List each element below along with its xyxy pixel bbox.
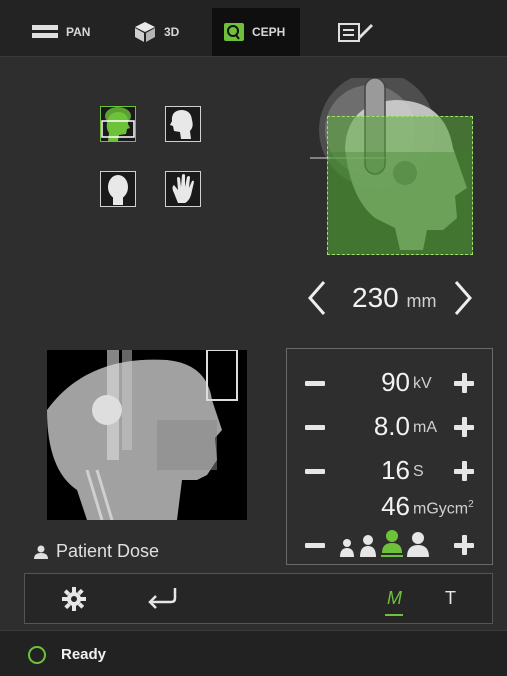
collimation-dark-box	[330, 152, 470, 252]
gear-icon[interactable]	[62, 587, 86, 611]
kv-row: 90 kV	[287, 367, 492, 399]
return-icon[interactable]	[145, 586, 179, 610]
patient-child-small-icon[interactable]	[339, 535, 355, 557]
ma-minus-button[interactable]	[305, 425, 325, 430]
tab-ceph[interactable]: CEPH	[212, 8, 300, 56]
dose-row: 46 mGycm2	[287, 491, 492, 523]
bottom-toolbar: M T	[24, 573, 493, 624]
status-bar: Ready	[0, 630, 507, 676]
distance-unit: mm	[406, 291, 437, 311]
ceph-preview	[305, 72, 475, 258]
ma-value: 8.0	[373, 411, 410, 441]
ceph-head-icon	[224, 23, 244, 41]
tab-3d-label: 3D	[164, 25, 180, 39]
distance-next-button[interactable]	[452, 280, 474, 321]
dose-unit: mGycm2	[413, 499, 474, 518]
tab-3d[interactable]: 3D	[128, 8, 204, 56]
xray-preview-image	[47, 350, 247, 520]
time-plus-button[interactable]	[454, 461, 474, 481]
lateral-left-mode-icon[interactable]	[165, 106, 201, 142]
mode-tab-bar: PAN 3D CEPH	[0, 0, 507, 57]
lateral-right-mode-icon[interactable]	[100, 106, 136, 142]
kv-unit: kV	[413, 375, 432, 392]
manual-mode-underline	[385, 614, 403, 616]
kv-plus-button[interactable]	[454, 373, 474, 393]
exposure-parameters-panel: 90 kV 8.0 mA 16 S 46 mGycm2	[286, 348, 493, 565]
patient-child-icon[interactable]	[359, 533, 377, 557]
tab-pan-label: PAN	[66, 25, 91, 39]
patient-dose-label-row: Patient Dose	[34, 541, 159, 562]
status-indicator-icon	[28, 646, 46, 664]
manual-mode-button[interactable]: M	[385, 588, 403, 616]
patient-adult-selected-icon[interactable]	[381, 529, 403, 557]
dose-value: 46	[381, 491, 410, 521]
cube-icon	[135, 22, 155, 42]
tab-report[interactable]	[334, 8, 384, 56]
hand-carpus-mode-icon[interactable]	[165, 171, 201, 207]
patient-size-icons	[339, 529, 429, 557]
patient-large-adult-icon[interactable]	[407, 531, 429, 557]
pan-bars-icon	[32, 25, 58, 38]
ma-unit: mA	[413, 419, 437, 436]
kv-value: 90	[381, 367, 410, 397]
auto-mode-button[interactable]: T	[445, 588, 456, 609]
distance-prev-button[interactable]	[306, 280, 328, 321]
ma-row: 8.0 mA	[287, 411, 492, 443]
person-icon	[34, 545, 48, 559]
time-unit: S	[413, 463, 424, 480]
time-row: 16 S	[287, 455, 492, 487]
patient-size-row	[287, 529, 492, 561]
distance-value: 230	[352, 282, 399, 313]
pa-mode-icon[interactable]	[100, 171, 136, 207]
tab-pan[interactable]: PAN	[22, 8, 122, 56]
patient-size-plus-button[interactable]	[454, 535, 474, 555]
time-value: 16	[381, 455, 410, 485]
time-minus-button[interactable]	[305, 469, 325, 474]
status-text: Ready	[61, 646, 107, 663]
kv-minus-button[interactable]	[305, 381, 325, 386]
distance-readout: 230 mm	[352, 282, 437, 314]
ma-plus-button[interactable]	[454, 417, 474, 437]
tab-ceph-label: CEPH	[252, 25, 286, 39]
patient-size-minus-button[interactable]	[305, 543, 325, 548]
report-edit-icon	[338, 23, 373, 42]
